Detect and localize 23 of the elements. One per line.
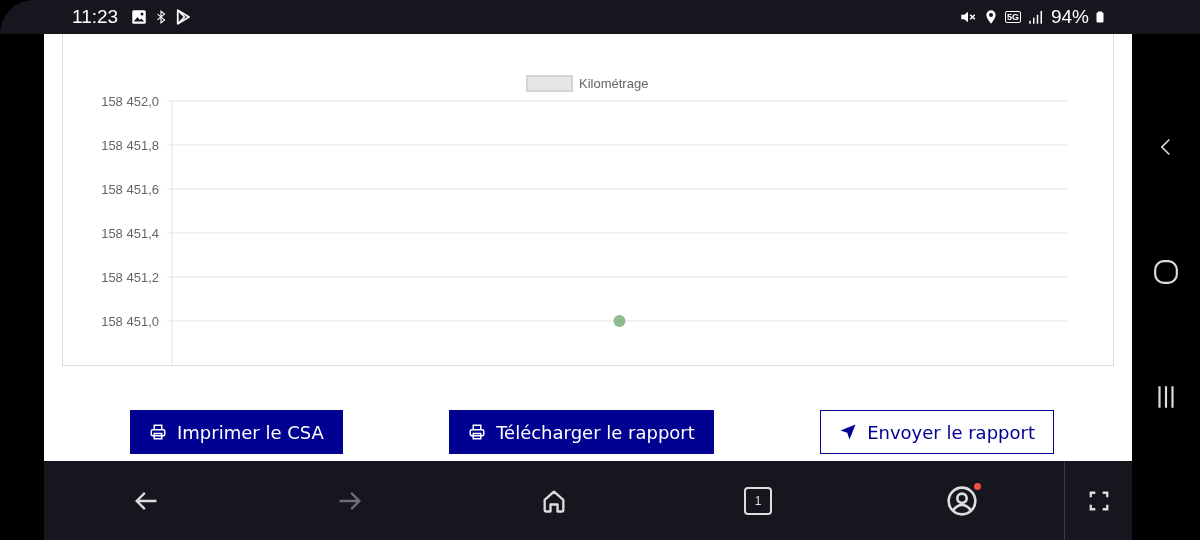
y-tick-label: 158 451,2 [101, 270, 159, 285]
play-triangle-icon [174, 8, 193, 26]
printer-icon [149, 423, 167, 441]
y-tick-label: 158 451,0 [101, 314, 159, 329]
outline-button[interactable]: Envoyer le rapport [820, 410, 1054, 454]
legend-label: Kilométrage [579, 76, 649, 91]
y-tick-label: 158 451,6 [101, 182, 159, 197]
signal-icon [1026, 8, 1045, 26]
y-tick-label: 158 452,0 [101, 94, 159, 109]
action-button[interactable]: Télécharger le rapport [449, 410, 714, 454]
account-icon[interactable] [946, 484, 978, 517]
send-arrow-icon [839, 423, 858, 441]
legend-swatch[interactable] [526, 75, 573, 92]
printer-icon [468, 423, 487, 441]
network-label: 5G [1004, 11, 1021, 23]
y-tick-label: 158 451,4 [101, 226, 159, 241]
fullscreen-icon[interactable] [1087, 489, 1110, 512]
battery-percentage: 94% [1050, 6, 1089, 28]
tab-count-button[interactable]: 1 [744, 486, 772, 515]
y-tick-label: 158 451,8 [101, 138, 159, 153]
clock-time: 11:23 [72, 6, 119, 28]
action-button[interactable]: Imprimer le CSA [130, 410, 343, 454]
image-icon [130, 8, 149, 26]
